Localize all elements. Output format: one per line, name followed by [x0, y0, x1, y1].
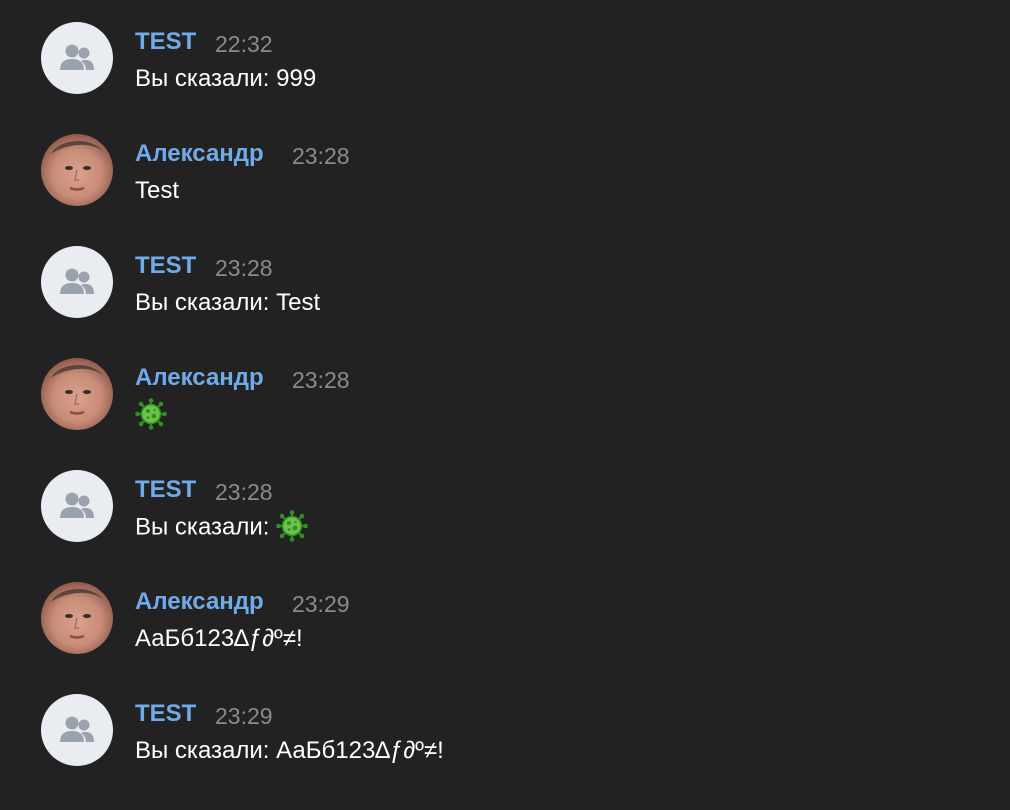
message-time: 23:28 [292, 367, 350, 393]
message-text [135, 398, 167, 432]
message-time: 23:29 [215, 703, 273, 729]
message-item: TEST 23:28 Вы сказали: Test [0, 224, 1010, 336]
message-time: 23:28 [215, 255, 273, 281]
author-name[interactable]: TEST [135, 476, 196, 504]
message-item: Александр 23:29 АаБб123∆ƒ∂º≠! [0, 560, 1010, 672]
user-avatar[interactable] [41, 582, 113, 654]
message-item: TEST 23:29 Вы сказали: АаБб123∆ƒ∂º≠! [0, 672, 1010, 784]
group-icon [60, 716, 94, 742]
group-avatar[interactable] [41, 22, 113, 94]
group-icon [60, 268, 94, 294]
group-avatar[interactable] [41, 470, 113, 542]
message-item: Александр 23:28 Test [0, 112, 1010, 224]
group-avatar[interactable] [41, 694, 113, 766]
message-time: 23:28 [215, 479, 273, 505]
microbe-icon [135, 398, 167, 430]
group-avatar[interactable] [41, 246, 113, 318]
message-text: Вы сказали: [135, 510, 308, 544]
author-name[interactable]: Александр [135, 588, 264, 616]
user-photo [51, 588, 103, 639]
message-feed: TEST 22:32 Вы сказали: 999 Александр 23:… [0, 0, 1010, 810]
message-text: Вы сказали: 999 [135, 65, 317, 92]
user-avatar[interactable] [41, 134, 113, 206]
author-name[interactable]: Александр [135, 364, 264, 392]
author-name[interactable]: TEST [135, 252, 196, 280]
author-name[interactable]: Александр [135, 140, 264, 168]
message-text: Вы сказали: АаБб123∆ƒ∂º≠! [135, 737, 444, 764]
group-icon [60, 492, 94, 518]
message-text: Test [135, 177, 180, 204]
message-item: TEST 22:32 Вы сказали: 999 [0, 0, 1010, 112]
message-text-prefix: Вы сказали: [135, 513, 277, 541]
user-avatar[interactable] [41, 358, 113, 430]
user-photo [51, 140, 103, 191]
author-name[interactable]: TEST [135, 28, 196, 56]
message-time: 23:29 [292, 591, 350, 617]
message-time: 22:32 [215, 31, 273, 57]
message-item: Александр 23:28 [0, 336, 1010, 448]
group-icon [60, 44, 94, 70]
message-item: TEST 23:28 Вы сказали: [0, 448, 1010, 560]
microbe-icon [276, 510, 308, 542]
message-text: Вы сказали: Test [135, 289, 321, 316]
user-photo [51, 364, 103, 415]
author-name[interactable]: TEST [135, 700, 196, 728]
message-text: АаБб123∆ƒ∂º≠! [135, 625, 303, 652]
message-time: 23:28 [292, 143, 350, 169]
